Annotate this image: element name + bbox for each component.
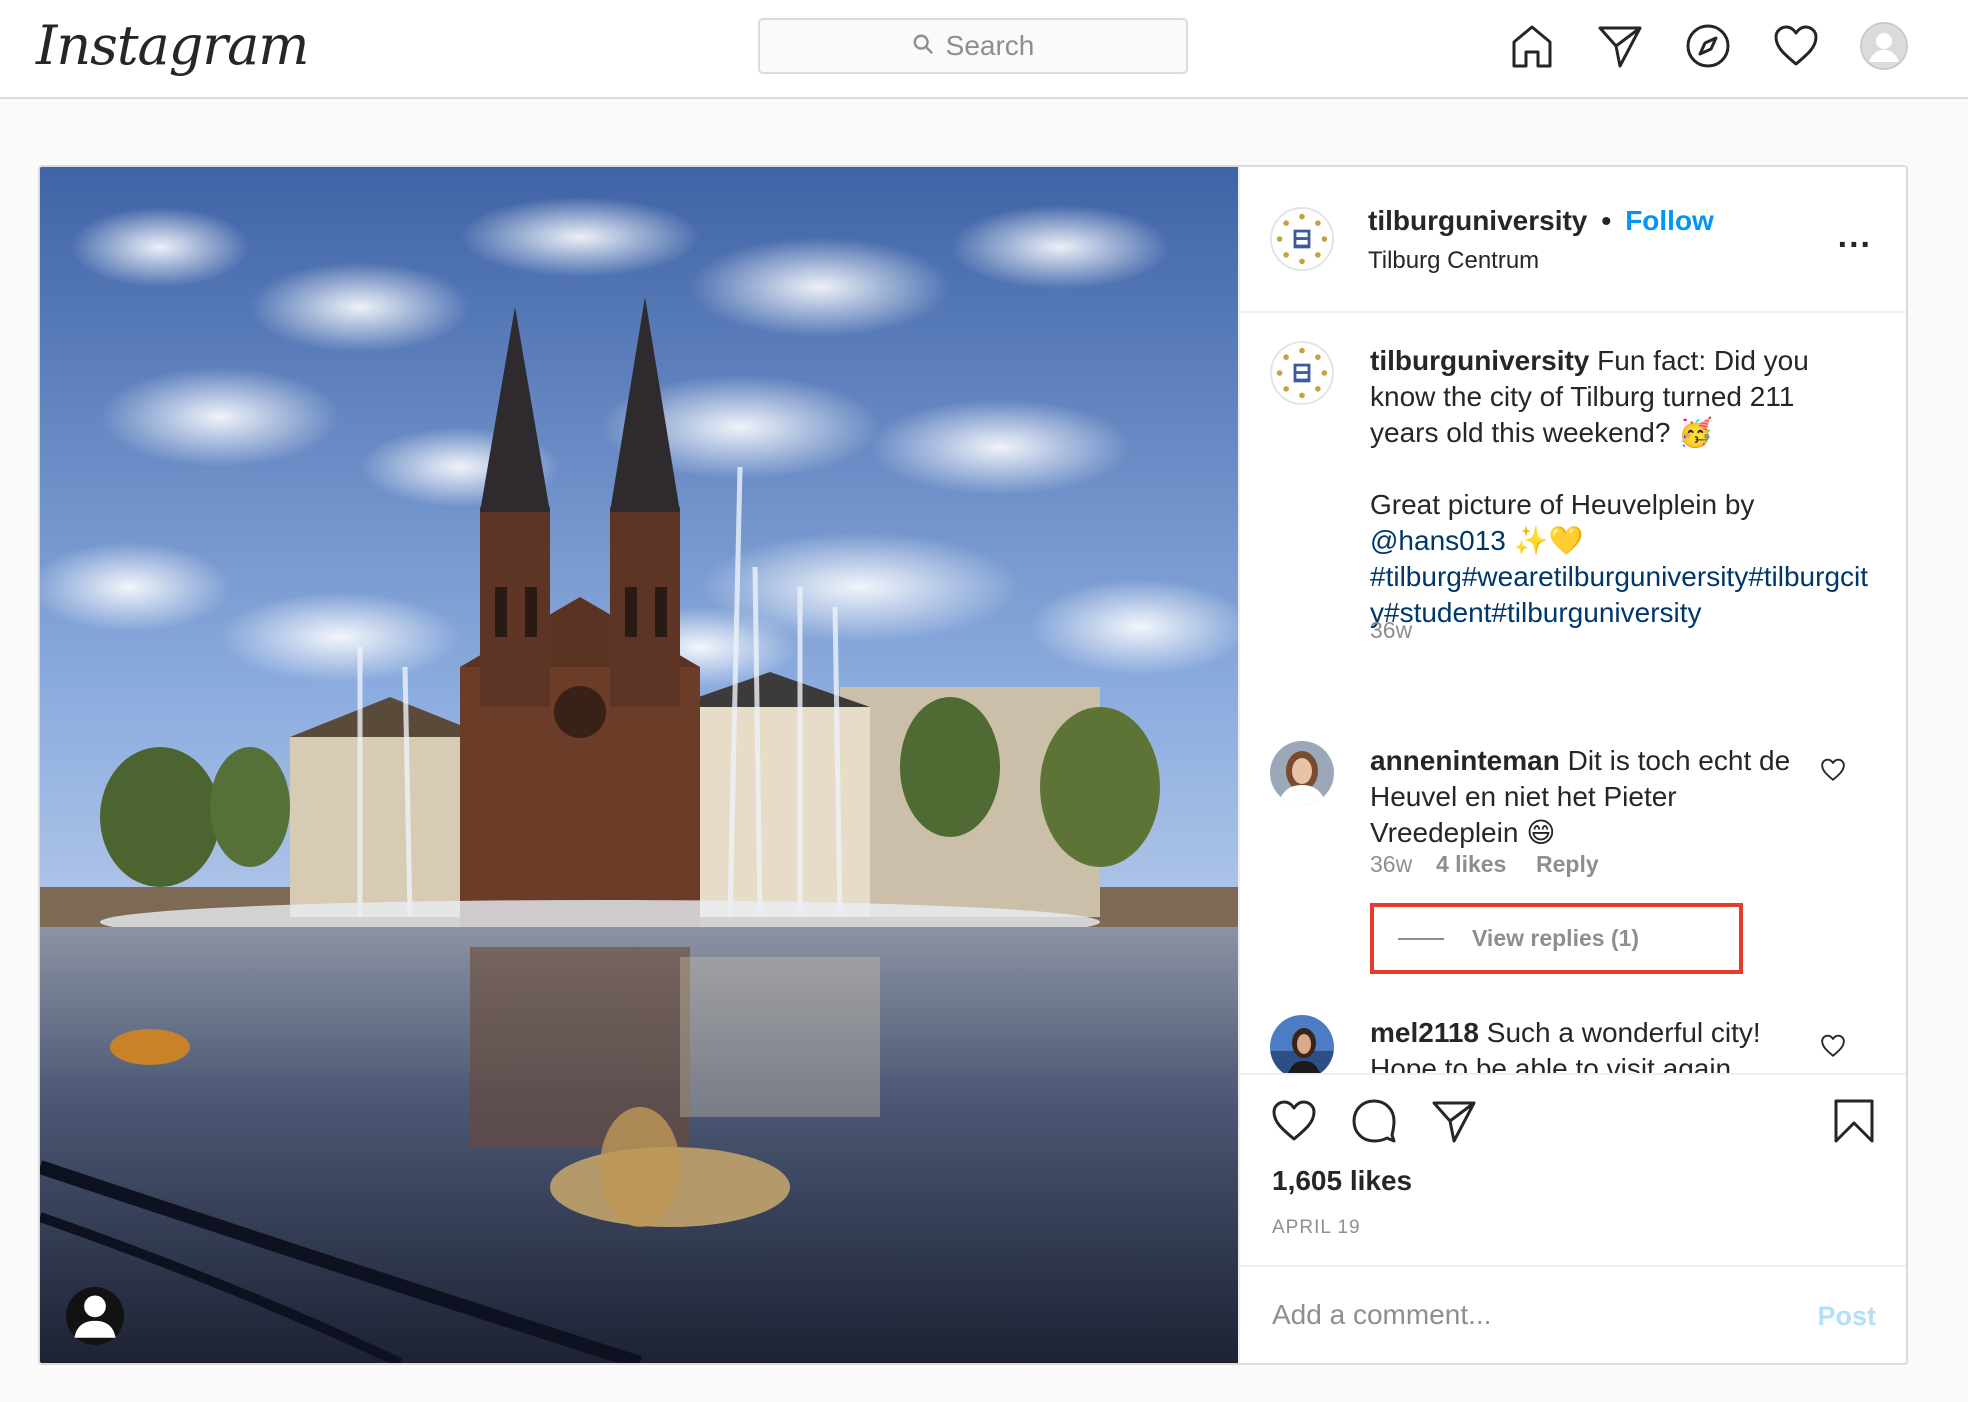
post-actions: 1,605 likes APRIL 19	[1240, 1073, 1906, 1265]
direct-icon[interactable]	[1596, 20, 1644, 72]
add-comment-input[interactable]	[1272, 1289, 1792, 1341]
commenter-avatar[interactable]	[1270, 1015, 1334, 1073]
tagged-users-icon[interactable]	[66, 1287, 124, 1345]
save-bookmark-icon[interactable]	[1830, 1097, 1878, 1145]
post-card: tilburguniversity • Follow Tilburg Centr…	[38, 165, 1908, 1365]
view-replies-line	[1398, 937, 1444, 940]
comment-icon[interactable]	[1350, 1097, 1398, 1145]
nav-icon-group	[1508, 20, 1908, 72]
like-heart-icon[interactable]	[1270, 1097, 1318, 1145]
comments-list[interactable]: tilburguniversity Fun fact: Did you know…	[1240, 315, 1906, 1073]
caption-line2: Great picture of Heuvelplein by	[1370, 489, 1755, 520]
share-direct-icon[interactable]	[1430, 1097, 1478, 1145]
instagram-logo[interactable]: Instagram	[36, 14, 309, 77]
post-date[interactable]: APRIL 19	[1272, 1217, 1361, 1239]
university-seal-icon	[1275, 346, 1329, 400]
caption-age[interactable]: 36w	[1370, 617, 1412, 644]
comment-like-heart-icon[interactable]	[1820, 757, 1846, 783]
caption-mention[interactable]: @hans013	[1370, 525, 1506, 556]
view-replies-label: View replies (1)	[1472, 925, 1640, 951]
post-location[interactable]: Tilburg Centrum	[1368, 247, 1539, 275]
profile-avatar[interactable]	[1860, 20, 1908, 72]
post-comment-button[interactable]: Post	[1817, 1301, 1876, 1332]
caption-username[interactable]: tilburguniversity	[1370, 345, 1589, 376]
post-photo[interactable]	[40, 167, 1238, 1363]
separator-dot: •	[1601, 205, 1612, 236]
university-seal-icon	[1275, 212, 1329, 266]
comment-username[interactable]: mel2118	[1370, 1017, 1479, 1048]
comment-likes[interactable]: 4 likes	[1436, 851, 1506, 878]
comment-username[interactable]: anneninteman	[1370, 745, 1560, 776]
author-username[interactable]: tilburguniversity	[1368, 205, 1587, 237]
view-replies-button[interactable]: View replies (1)	[1370, 903, 1743, 974]
post-author-row: tilburguniversity • Follow	[1368, 205, 1714, 237]
top-navigation-bar: Instagram Search	[0, 0, 1968, 99]
caption-sparkle: ✨💛	[1505, 525, 1584, 556]
search-box[interactable]: Search	[758, 18, 1188, 74]
comment-text: anneninteman Dit is toch echt de Heuvel …	[1370, 743, 1820, 851]
comment-reply-button[interactable]: Reply	[1536, 851, 1599, 878]
follow-button[interactable]: Follow	[1625, 205, 1714, 237]
more-options-button[interactable]: ...	[1838, 217, 1872, 256]
post-header: tilburguniversity • Follow Tilburg Centr…	[1240, 167, 1906, 313]
add-comment-bar: Post	[1240, 1265, 1906, 1363]
search-placeholder[interactable]: Search	[946, 30, 1035, 62]
activity-heart-icon[interactable]	[1772, 20, 1820, 72]
search-icon	[912, 30, 934, 62]
post-caption: tilburguniversity Fun fact: Did you know…	[1370, 343, 1870, 631]
post-side-panel: tilburguniversity • Follow Tilburg Centr…	[1238, 167, 1906, 1363]
caption-hashtags[interactable]: #tilburg#wearetilburguniversity#tilburgc…	[1370, 561, 1868, 628]
comment-age[interactable]: 36w	[1370, 851, 1412, 878]
commenter-avatar[interactable]	[1270, 741, 1334, 805]
caption-avatar[interactable]	[1270, 341, 1334, 405]
home-icon[interactable]	[1508, 20, 1556, 72]
comment-like-heart-icon[interactable]	[1820, 1033, 1846, 1059]
post-photo-illustration	[40, 167, 1238, 1363]
explore-icon[interactable]	[1684, 20, 1732, 72]
author-avatar[interactable]	[1270, 207, 1334, 271]
comment-text: mel2118 Such a wonderful city! Hope to b…	[1370, 1015, 1820, 1073]
likes-count[interactable]: 1,605 likes	[1272, 1165, 1412, 1197]
